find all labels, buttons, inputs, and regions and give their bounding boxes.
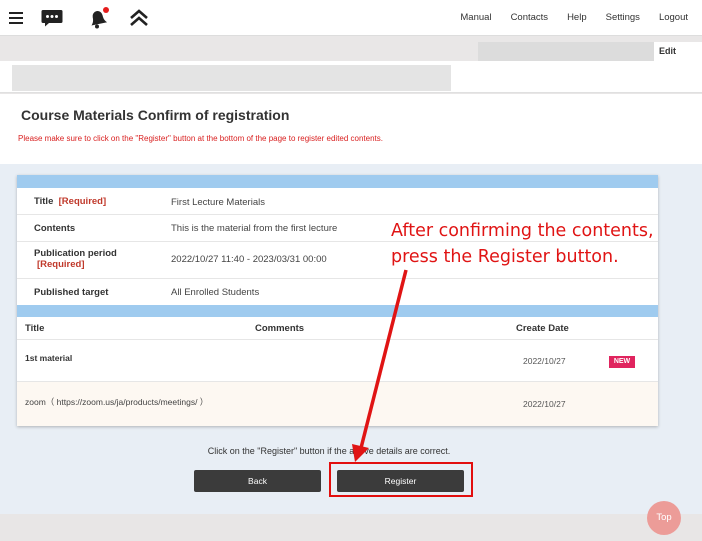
- chat-bubble-icon[interactable]: [40, 6, 64, 30]
- row-title: zoom（ https://zoom.us/ja/products/meetin…: [25, 397, 209, 407]
- double-chevron-up-icon[interactable]: [128, 6, 150, 30]
- register-button[interactable]: Register: [337, 470, 464, 492]
- target-label: Published target: [34, 287, 109, 298]
- card-top-bar: [17, 175, 658, 188]
- row-date: 2022/10/27: [523, 356, 566, 366]
- back-button[interactable]: Back: [194, 470, 321, 492]
- register-notice: Please make sure to click on the "Regist…: [18, 134, 383, 143]
- breadcrumb-placeholder: [12, 65, 451, 91]
- nav-links: Manual Contacts Help Settings Logout: [441, 12, 688, 23]
- instruction-annotation: After confirming the contents, press the…: [391, 218, 654, 270]
- edit-strip: Edit: [0, 38, 702, 61]
- nav-manual-link[interactable]: Manual: [460, 12, 491, 23]
- required-tag: [Required]: [37, 259, 85, 270]
- table-row: 1st material 2022/10/27 NEW: [17, 339, 658, 381]
- top-navigation-bar: Manual Contacts Help Settings Logout: [0, 0, 702, 36]
- scroll-top-button[interactable]: Top: [647, 501, 681, 535]
- confirm-instruction: Click on the "Register" button if the ab…: [207, 446, 451, 456]
- edit-tab[interactable]: Edit: [654, 42, 702, 61]
- new-badge: NEW: [609, 356, 635, 368]
- nav-contacts-link[interactable]: Contacts: [511, 12, 549, 23]
- nav-help-link[interactable]: Help: [567, 12, 587, 23]
- contents-label: Contents: [34, 223, 76, 234]
- period-label: Publication period: [34, 248, 117, 259]
- target-value: All Enrolled Students: [171, 287, 260, 298]
- column-header-comments: Comments: [255, 323, 305, 334]
- page-header: Course Materials Confirm of registration…: [0, 94, 702, 164]
- footer-strip: [0, 514, 702, 541]
- title-value: First Lecture Materials: [171, 197, 265, 208]
- row-date: 2022/10/27: [523, 399, 566, 409]
- page-title: Course Materials Confirm of registration: [21, 107, 290, 123]
- annotation-line-2: press the Register button.: [391, 247, 619, 267]
- table-divider-bar: [17, 305, 658, 317]
- detail-row-title: Title [Required] First Lecture Materials: [17, 188, 658, 215]
- period-value: 2022/10/27 11:40 - 2023/03/31 00:00: [171, 254, 327, 265]
- edit-strip-placeholder: [478, 42, 654, 61]
- table-row: zoom（ https://zoom.us/ja/products/meetin…: [17, 381, 658, 426]
- nav-logout-link[interactable]: Logout: [659, 12, 688, 23]
- required-tag: [Required]: [58, 196, 107, 207]
- column-header-title: Title: [25, 323, 45, 334]
- nav-settings-link[interactable]: Settings: [606, 12, 640, 23]
- detail-row-target: Published target All Enrolled Students: [17, 279, 658, 305]
- title-label: Title: [34, 196, 54, 207]
- bell-notification-icon[interactable]: [86, 6, 110, 30]
- contents-value: This is the material from the first lect…: [171, 223, 338, 234]
- annotation-line-1: After confirming the contents,: [391, 221, 654, 241]
- main-content: Title [Required] First Lecture Materials…: [0, 164, 702, 514]
- hamburger-menu-icon[interactable]: [8, 6, 24, 30]
- column-header-create-date: Create Date: [516, 323, 569, 334]
- breadcrumb-area: [0, 61, 702, 93]
- confirm-card: Title [Required] First Lecture Materials…: [17, 175, 658, 426]
- row-title: 1st material: [25, 353, 73, 363]
